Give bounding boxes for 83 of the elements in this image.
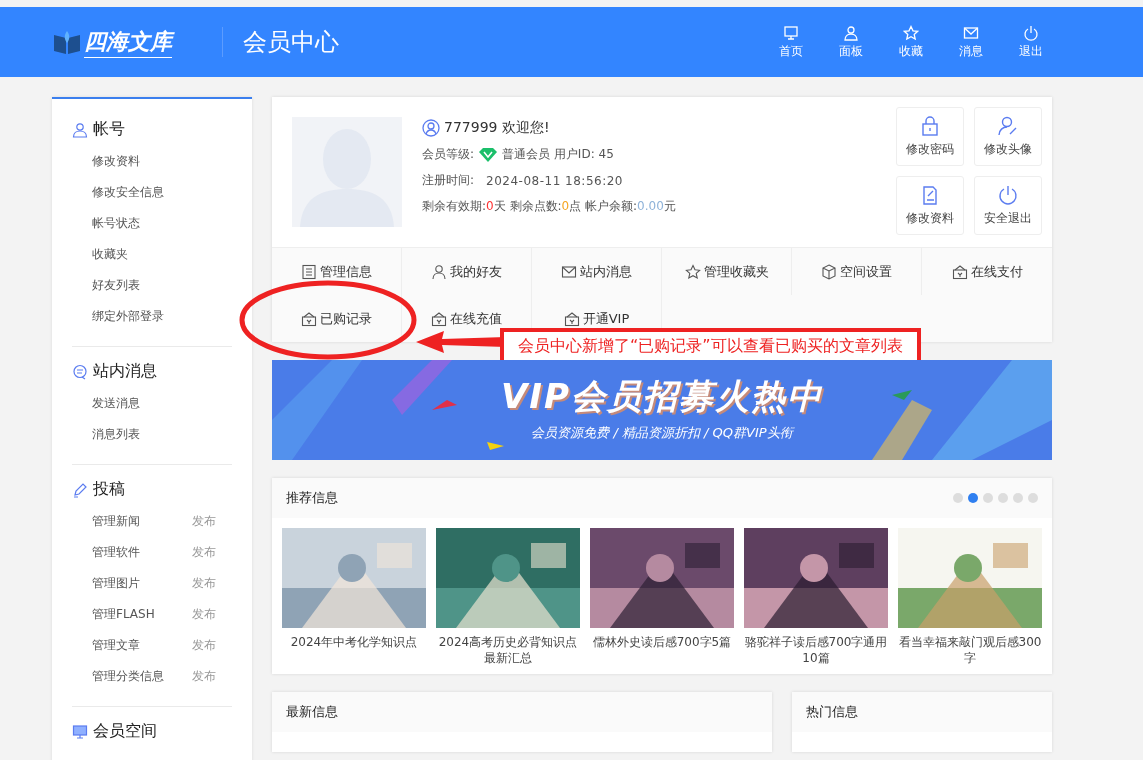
diamond-icon <box>478 146 499 163</box>
menu-link[interactable]: 已购记录 <box>301 309 372 328</box>
action-button[interactable]: 安全退出 <box>974 176 1042 235</box>
register-label: 注册时间: <box>422 172 475 189</box>
carousel-dot[interactable] <box>983 493 993 503</box>
sidebar-link[interactable]: 管理文章 <box>92 637 140 654</box>
nav-link[interactable]: 退出 <box>1011 24 1051 60</box>
wallet-icon <box>951 263 968 280</box>
menu-link[interactable]: 我的好友 <box>431 262 502 281</box>
pen-icon <box>72 481 88 498</box>
carousel-dot[interactable] <box>968 493 978 503</box>
wallet-icon <box>301 310 317 327</box>
lock-icon <box>919 115 941 137</box>
member-level: 普通会员 用户ID: 45 <box>502 146 614 163</box>
sidebar-link[interactable]: 管理新闻 <box>92 513 140 530</box>
page-title: 会员中心 <box>243 27 339 58</box>
carousel-dot[interactable] <box>998 493 1008 503</box>
section-heading: 会员空间 <box>93 721 157 742</box>
nav-link[interactable]: 首页 <box>771 24 811 60</box>
carousel-dot[interactable] <box>1013 493 1023 503</box>
section-heading: 帐号 <box>93 119 125 140</box>
sidebar-link[interactable]: 管理软件 <box>92 544 140 561</box>
panel-title: 推荐信息 <box>286 489 338 507</box>
menu-link[interactable]: 站内消息 <box>561 262 632 281</box>
panel-title: 热门信息 <box>806 703 858 721</box>
mail-icon <box>561 263 577 280</box>
user-icon <box>431 263 447 280</box>
sidebar-link[interactable]: 管理图片 <box>92 575 140 592</box>
nav-link[interactable]: 收藏 <box>891 24 931 60</box>
banner-title: VIP会员招募火热中 <box>501 375 823 418</box>
menu-link[interactable]: 开通VIP <box>563 309 630 328</box>
sidebar-link[interactable]: 发送消息 <box>92 395 140 412</box>
article-link[interactable]: 2024年中考化学知识点 <box>290 634 418 650</box>
sidebar-link[interactable]: 修改资料 <box>92 153 140 170</box>
user-icon <box>422 119 440 137</box>
article-link[interactable]: 看当幸福来敲门观后感300字 <box>898 634 1042 666</box>
action-button[interactable]: 修改资料 <box>896 176 964 235</box>
star-icon <box>684 263 701 280</box>
menu-link[interactable]: 管理信息 <box>301 262 372 281</box>
level-label: 会员等级: <box>422 146 475 163</box>
banner-subtitle: 会员资源免费 / 精品资源折扣 / QQ群VIP头衔 <box>531 424 793 442</box>
sidebar-link[interactable]: 管理分类信息 <box>92 668 164 685</box>
monitor-icon <box>72 723 88 740</box>
list-icon <box>301 263 317 280</box>
sidebar-link[interactable]: 收藏夹 <box>92 246 128 263</box>
menu-link[interactable]: 空间设置 <box>821 262 892 281</box>
carousel-dot[interactable] <box>953 493 963 503</box>
sidebar-link[interactable]: 修改安全信息 <box>92 184 164 201</box>
section-heading: 投稿 <box>93 479 125 500</box>
user-icon <box>843 24 859 41</box>
chat-icon <box>72 363 88 380</box>
nav-link[interactable]: 消息 <box>951 24 991 60</box>
register-time: 2024-08-11 18:56:20 <box>486 173 623 188</box>
welcome-text: 777999 欢迎您! <box>444 119 550 137</box>
power-icon <box>1023 24 1039 41</box>
menu-link[interactable]: 在线充值 <box>431 309 502 328</box>
sidebar-link[interactable]: 绑定外部登录 <box>92 308 164 325</box>
wallet-icon <box>431 310 447 327</box>
power-icon <box>997 184 1019 206</box>
carousel-dot[interactable] <box>1028 493 1038 503</box>
sidebar-link[interactable]: 好友列表 <box>92 277 140 294</box>
action-button[interactable]: 修改头像 <box>974 107 1042 166</box>
article-link[interactable]: 2024高考历史必背知识点最新汇总 <box>436 634 580 666</box>
star-icon <box>903 24 919 41</box>
article-link[interactable]: 儒林外史读后感700字5篇 <box>592 634 732 650</box>
section-heading: 站内消息 <box>93 361 157 382</box>
account-stats: 剩余有效期:0天 剩余点数:0点 帐户余额:0.00元 <box>422 198 676 215</box>
monitor-icon <box>783 24 799 41</box>
sidebar-link[interactable]: 消息列表 <box>92 426 140 443</box>
mail-icon <box>963 24 979 41</box>
action-button[interactable]: 修改密码 <box>896 107 964 166</box>
sidebar-link[interactable]: 帐号状态 <box>92 215 140 232</box>
book-icon <box>52 29 82 55</box>
cube-icon <box>821 263 837 280</box>
nav-link[interactable]: 面板 <box>831 24 871 60</box>
sidebar-link[interactable]: 管理FLASH <box>92 606 155 623</box>
article-link[interactable]: 骆驼祥子读后感700字通用10篇 <box>744 634 888 666</box>
wallet-icon <box>563 310 580 327</box>
menu-link[interactable]: 管理收藏夹 <box>684 262 769 281</box>
panel-title: 最新信息 <box>286 703 338 721</box>
user-icon <box>72 121 88 138</box>
menu-link[interactable]: 在线支付 <box>951 262 1023 281</box>
user-edit-icon <box>997 115 1019 137</box>
